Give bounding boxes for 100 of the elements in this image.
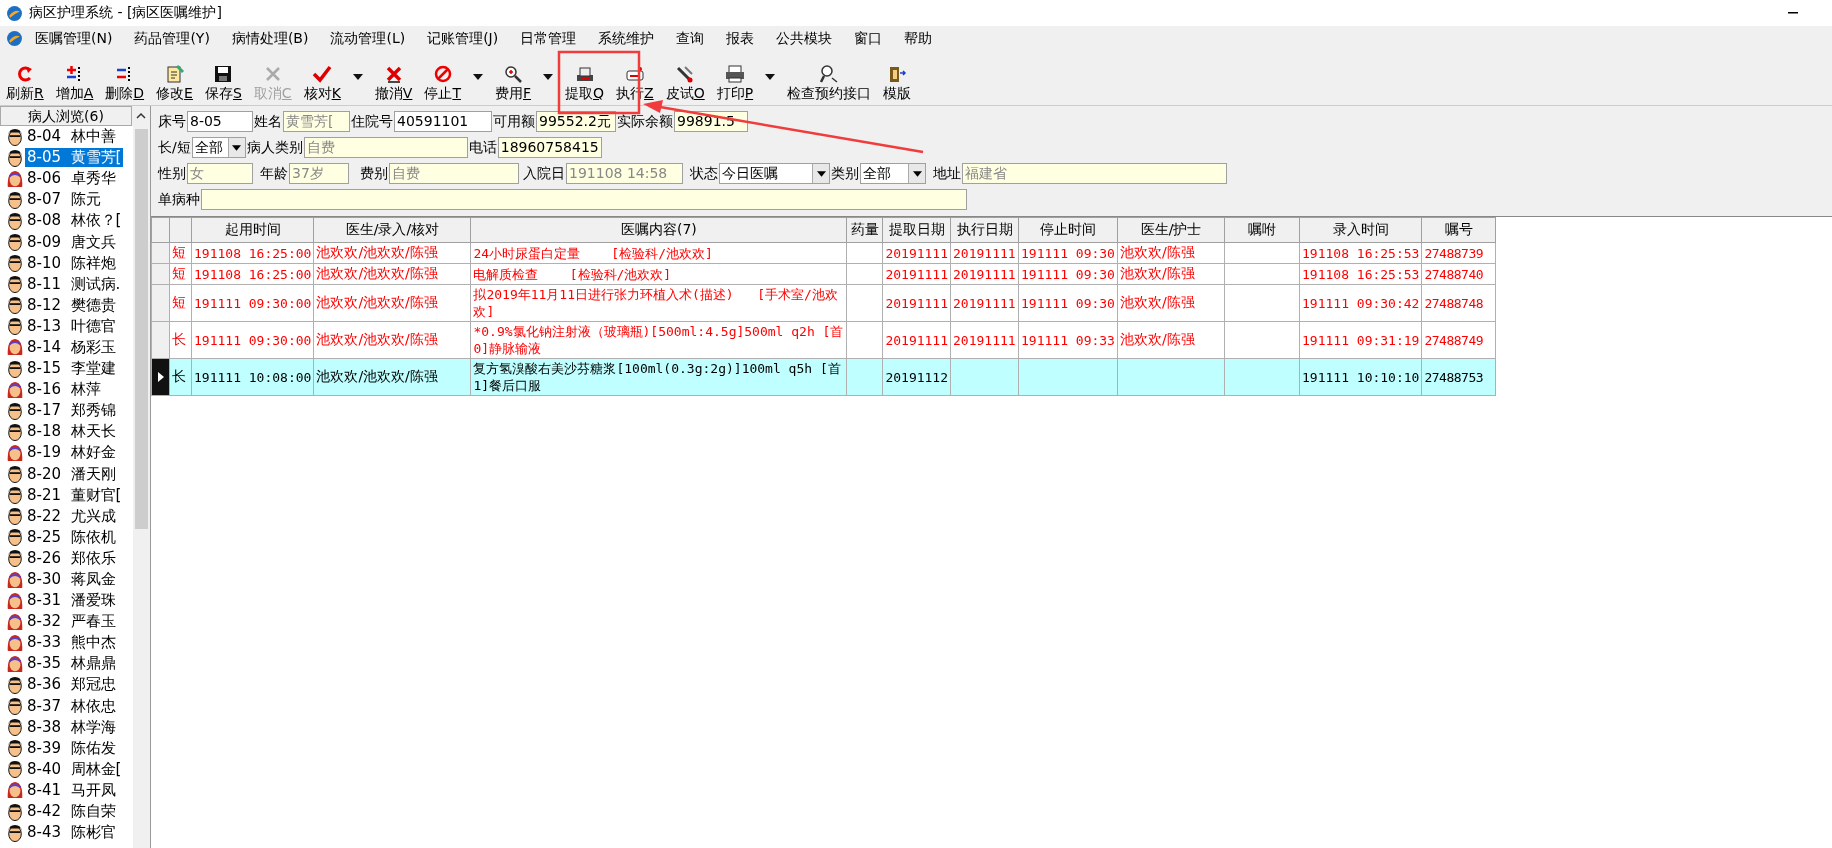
patient-item[interactable]: 8-20 潘天刚 <box>0 463 133 485</box>
checkmark-icon <box>312 64 333 84</box>
toolbar-button[interactable]: 保存S <box>202 64 244 103</box>
dropdown-arrow-icon[interactable] <box>765 74 776 80</box>
input-field[interactable] <box>201 189 967 210</box>
patient-item[interactable]: 8-37 林依忠 <box>0 695 133 717</box>
input-field[interactable]: 99552.2元 <box>536 111 616 132</box>
patient-item[interactable]: 8-12 樊德贵 <box>0 294 133 316</box>
field-label: 床号 <box>157 112 187 131</box>
toolbar-button[interactable]: 打印P <box>714 64 756 103</box>
toolbar-button[interactable]: 修改E <box>154 64 195 103</box>
input-field[interactable]: 福建省 <box>962 163 1227 184</box>
dropdown-arrow-icon[interactable] <box>232 144 242 151</box>
minimize-icon[interactable] <box>1788 12 1798 14</box>
patient-item[interactable]: 8-04 林中善 <box>0 126 133 148</box>
menu-item[interactable]: 帮助 <box>904 29 933 48</box>
input-field[interactable]: 自费 <box>389 163 519 184</box>
patient-item[interactable]: 8-43 陈彬官 <box>0 822 133 844</box>
patient-item[interactable]: 8-38 林学海 <box>0 716 133 738</box>
patient-item[interactable]: 8-09 唐文兵 <box>0 231 133 253</box>
patient-item[interactable]: 8-22 尤兴成 <box>0 505 133 527</box>
dropdown-arrow-icon[interactable] <box>543 74 553 80</box>
patient-item[interactable]: 8-16 林萍 <box>0 379 133 401</box>
table-cell: 191108 16:25:00 <box>194 266 312 282</box>
field-label: 性别 <box>157 164 187 183</box>
table-cell: 池欢欢/陈强 <box>1120 265 1195 281</box>
patient-item[interactable]: 8-33 熊中杰 <box>0 632 133 654</box>
app-logo-icon <box>6 30 23 47</box>
column-header[interactable]: 医嘱内容(7) <box>621 221 697 237</box>
select-field[interactable]: 全部 <box>191 137 246 158</box>
toolbar-button[interactable]: 删除D <box>103 64 147 103</box>
patient-item[interactable]: 8-36 郑冠忠 <box>0 674 133 696</box>
input-field[interactable]: 18960758415 <box>497 137 602 158</box>
current-row-icon <box>157 371 164 382</box>
dropdown-arrow-icon[interactable] <box>912 170 922 177</box>
input-field[interactable]: 女 <box>187 163 253 184</box>
input-field[interactable]: 黄雪芳[ <box>283 111 350 132</box>
table-cell: 长 <box>172 368 186 384</box>
patient-item[interactable]: 8-13 叶德官 <box>0 315 133 337</box>
patient-item[interactable]: 8-25 陈依机 <box>0 526 133 548</box>
toolbar-button[interactable]: 撤消V <box>372 64 415 103</box>
patient-item[interactable]: 8-31 潘爱珠 <box>0 590 133 612</box>
patient-list-header[interactable]: 病人浏览(6) <box>0 106 132 126</box>
patient-item[interactable]: 8-11 测试病. <box>0 273 133 295</box>
scrollbar-thumb[interactable] <box>135 129 148 529</box>
toolbar-button[interactable]: 核对K <box>301 64 343 103</box>
window-title: 病区护理系统 - [病区医嘱维护] <box>29 4 222 22</box>
field-label: 病人类别 <box>245 138 304 157</box>
patient-item[interactable]: 8-30 蒋凤金 <box>0 568 133 591</box>
menu-item[interactable]: 流动管理(L) <box>330 29 406 48</box>
patient-item[interactable]: 8-26 郑依乐 <box>0 547 133 569</box>
toolbar-button[interactable]: 检查预约接口 <box>785 64 874 103</box>
patient-item[interactable]: 8-41 马开凤 <box>0 779 133 801</box>
patient-item[interactable]: 8-07 陈元 <box>0 189 133 211</box>
patient-item[interactable]: 8-17 郑秀锦 <box>0 400 133 422</box>
input-field[interactable]: 8-05 <box>187 111 253 132</box>
toolbar-button[interactable]: 增加A <box>53 64 96 103</box>
menu-item[interactable]: 病情处理(B) <box>231 29 309 48</box>
dropdown-arrow-icon[interactable] <box>472 74 483 80</box>
toolbar-button[interactable]: 刷新R <box>4 64 46 103</box>
patient-item[interactable]: 8-42 陈自荣 <box>0 801 133 823</box>
patient-item[interactable]: 8-06 卓秀华 <box>0 168 133 190</box>
toolbar-button[interactable]: 费用F <box>492 64 533 103</box>
toolbar-button[interactable]: 停止T <box>422 64 463 103</box>
menu-item[interactable]: 窗口 <box>854 29 883 48</box>
toolbar-button[interactable]: 皮试O <box>663 64 707 103</box>
patient-item[interactable]: 8-21 董财官[ <box>0 484 133 506</box>
table-cell: 池欢欢/池欢欢/陈强 <box>316 331 438 347</box>
patient-item[interactable]: 8-08 林依？[ <box>0 210 133 232</box>
menu-item[interactable]: 查询 <box>676 29 705 48</box>
menu-item[interactable]: 药品管理(Y) <box>134 29 210 48</box>
menu-item[interactable]: 系统维护 <box>598 29 655 48</box>
menu-item[interactable]: 医嘱管理(N) <box>35 29 113 48</box>
input-field[interactable]: 191108 14:58 <box>566 163 683 184</box>
input-field[interactable]: 自费 <box>303 137 468 158</box>
table-cell: 20191112 <box>885 369 949 385</box>
patient-item[interactable]: 8-14 杨彩玉 <box>0 336 133 359</box>
patient-item[interactable]: 8-40 周林金[ <box>0 758 133 780</box>
select-field[interactable]: 今日医嘱 <box>719 163 830 184</box>
patient-item[interactable]: 8-18 林天长 <box>0 421 133 443</box>
table-cell: 20191111 <box>953 266 1016 282</box>
patient-item[interactable]: 8-15 李堂建 <box>0 358 133 380</box>
input-field[interactable]: 40591101 <box>394 111 492 132</box>
menu-item[interactable]: 报表 <box>726 29 755 48</box>
patient-item[interactable]: 8-39 陈佑发 <box>0 737 133 759</box>
toolbar-button[interactable]: 模版 <box>881 64 914 103</box>
table-cell: 20191111 <box>885 332 949 348</box>
input-field[interactable]: 37岁 <box>289 163 349 184</box>
patient-item[interactable]: 8-35 林鼎鼎 <box>0 653 133 675</box>
patient-item[interactable]: 8-10 陈祥炮 <box>0 252 133 274</box>
patient-item[interactable]: 8-19 林好金 <box>0 442 133 464</box>
select-field[interactable]: 全部 <box>860 163 926 184</box>
menu-item[interactable]: 记账管理(J) <box>427 29 499 48</box>
patient-item[interactable]: 8-32 严春玉 <box>0 611 133 633</box>
table-cell: 191111 10:08:00 <box>194 369 312 385</box>
dropdown-arrow-icon[interactable] <box>816 170 826 177</box>
menu-item[interactable]: 日常管理 <box>520 29 577 48</box>
menu-item[interactable]: 公共模块 <box>776 29 833 48</box>
dropdown-arrow-icon[interactable] <box>352 74 363 80</box>
toolbar-button[interactable]: 提取Q <box>563 64 607 103</box>
